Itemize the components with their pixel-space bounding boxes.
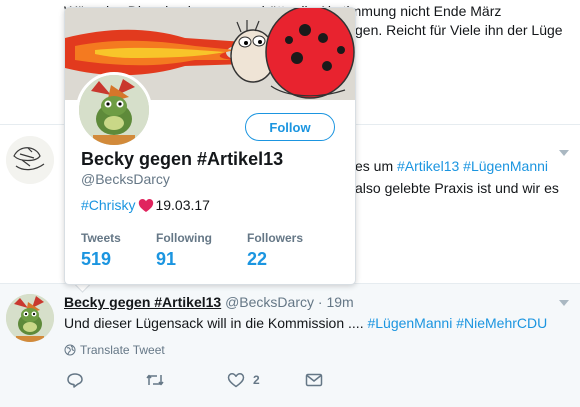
tweet-text: Und dieser Lügensack will in die Kommiss… xyxy=(64,315,548,331)
chevron-down-icon[interactable] xyxy=(559,150,569,156)
profile-name[interactable]: Becky gegen #Artikel13 xyxy=(81,149,283,170)
bio-date: 19.03.17 xyxy=(155,197,210,213)
author-name-link[interactable]: Becky gegen #Artikel13 xyxy=(64,294,221,310)
reply-button[interactable] xyxy=(66,372,84,388)
globe-icon xyxy=(64,344,76,356)
profile-bio: #Chrisky 19.03.17 xyxy=(81,197,210,213)
hashtag-link[interactable]: #LügenManni xyxy=(367,315,452,331)
reply-icon xyxy=(67,373,83,388)
stat-followers-label: Followers xyxy=(247,231,304,245)
tweet-header: Becky gegen #Artikel13 @BecksDarcy · 19m xyxy=(64,294,354,310)
hashtag-link[interactable]: #Chrisky xyxy=(81,197,135,213)
separator-dot: · xyxy=(317,294,323,310)
tweet-text-line: also gelebte Praxis ist und wir es xyxy=(355,180,559,196)
tweet-text-line: es um #Artikel13 #LügenManni xyxy=(355,158,549,174)
stat-tweets-label: Tweets xyxy=(81,231,121,245)
like-count: 2 xyxy=(253,373,260,387)
profile-handle[interactable]: @BecksDarcy xyxy=(81,171,170,187)
profile-avatar[interactable] xyxy=(76,72,152,148)
follow-button[interactable]: Follow xyxy=(245,113,335,141)
avatar[interactable] xyxy=(6,294,54,342)
stat-following-label: Following xyxy=(156,231,212,245)
like-button[interactable]: 2 xyxy=(227,372,260,388)
heart-emoji-icon xyxy=(139,198,154,212)
stat-following-value[interactable]: 91 xyxy=(156,249,176,270)
stat-followers-value[interactable]: 22 xyxy=(247,249,267,270)
hashtag-link[interactable]: #LügenManni xyxy=(463,158,548,174)
translate-tweet[interactable]: Translate Tweet xyxy=(64,343,165,357)
envelope-icon xyxy=(305,373,323,387)
hashtag-link[interactable]: #Artikel13 xyxy=(397,158,459,174)
message-button[interactable] xyxy=(305,373,323,387)
avatar[interactable] xyxy=(6,136,54,184)
chevron-down-icon[interactable] xyxy=(559,300,569,306)
author-handle[interactable]: @BecksDarcy xyxy=(225,294,314,310)
tweet-time[interactable]: 19m xyxy=(326,294,353,310)
profile-hover-card: Follow Becky gegen #Artikel13 @BecksDarc… xyxy=(64,7,356,285)
heart-icon xyxy=(227,373,245,388)
hashtag-link[interactable]: #NieMehrCDU xyxy=(456,315,547,331)
retweet-icon xyxy=(146,374,164,386)
stat-tweets-value[interactable]: 519 xyxy=(81,249,111,270)
translate-label: Translate Tweet xyxy=(80,343,165,357)
tweet-text-line: gen. Reicht für Viele ihn der Lüge xyxy=(355,22,563,38)
retweet-button[interactable] xyxy=(145,372,165,388)
